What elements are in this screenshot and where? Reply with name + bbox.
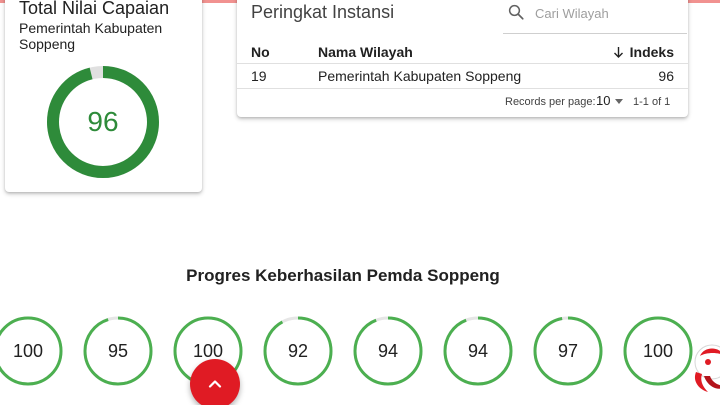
table-pagination: Records per page: 10 1-1 of 1 xyxy=(237,92,688,112)
row-index: 96 xyxy=(658,68,674,84)
progress-value: 100 xyxy=(12,340,44,361)
search-field[interactable] xyxy=(503,0,687,34)
table-row[interactable]: 19 Pemerintah Kabupaten Soppeng 96 xyxy=(237,64,688,89)
progress-circle: 94 xyxy=(443,316,513,386)
progress-circle: 94 xyxy=(353,316,423,386)
column-header-index[interactable]: Indeks xyxy=(613,44,674,60)
progress-value: 100 xyxy=(642,340,674,361)
column-header-no[interactable]: No xyxy=(251,44,270,60)
search-icon xyxy=(508,4,524,20)
ranking-card-title: Peringkat Instansi xyxy=(251,2,395,22)
progress-circle: 92 xyxy=(263,316,333,386)
progress-section-title: Progres Keberhasilan Pemda Soppeng xyxy=(186,266,500,285)
progress-value: 97 xyxy=(557,340,579,361)
row-no: 19 xyxy=(251,68,267,84)
progress-value: 95 xyxy=(107,340,129,361)
pagination-range: 1-1 of 1 xyxy=(633,96,671,108)
total-card-title: Total Nilai Capaian xyxy=(19,0,170,18)
total-score-card: Total Nilai Capaian Pemerintah Kabupaten… xyxy=(5,0,202,192)
progress-circle: 100 xyxy=(0,316,63,386)
dropdown-caret-icon xyxy=(615,99,624,104)
records-per-page-value: 10 xyxy=(596,93,611,108)
table-header: No Nama Wilayah Indeks xyxy=(237,38,688,64)
progress-value: 92 xyxy=(287,340,309,361)
search-input[interactable] xyxy=(535,2,675,24)
progress-circles: 100 95 100 92 94 94 97 100 xyxy=(0,316,720,386)
progress-value: 94 xyxy=(467,340,489,361)
progress-circle: 95 xyxy=(83,316,153,386)
progress-circle: 97 xyxy=(533,316,603,386)
scroll-to-top-button[interactable] xyxy=(190,359,240,405)
progress-circle: 100 xyxy=(623,316,693,386)
records-per-page-select[interactable]: 10 xyxy=(596,93,624,108)
total-card-subtitle: Pemerintah Kabupaten Soppeng xyxy=(19,20,163,52)
chevron-up-icon xyxy=(208,380,222,388)
progress-value: 94 xyxy=(377,340,399,361)
column-header-index-label: Indeks xyxy=(629,44,674,60)
records-per-page-label: Records per page: xyxy=(505,96,596,108)
row-name: Pemerintah Kabupaten Soppeng xyxy=(318,68,522,84)
ranking-card: Peringkat Instansi No Nama Wilayah Indek… xyxy=(237,0,688,117)
column-header-name[interactable]: Nama Wilayah xyxy=(318,44,413,60)
mascot-icon[interactable] xyxy=(690,342,720,398)
total-score-value: 96 xyxy=(87,106,119,137)
sort-arrow-down-icon xyxy=(613,47,623,58)
